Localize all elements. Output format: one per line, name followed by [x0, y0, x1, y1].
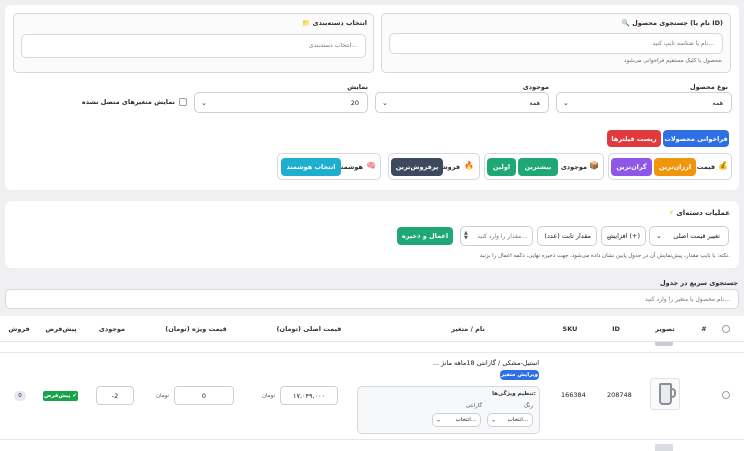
box-icon: 📦	[589, 161, 599, 170]
sort-group-stock-label: موجودی	[560, 163, 587, 171]
col-sku: SKU	[562, 325, 578, 333]
bulk-mode-select[interactable]: مقدار ثابت (عدد)	[537, 226, 597, 246]
product-type-label: نوع محصول	[689, 83, 728, 91]
sort-most-expensive-button[interactable]: گران‌ترین	[611, 158, 652, 176]
apply-and-save-button[interactable]: اعمال و ذخیره	[397, 227, 453, 245]
regular-price-unit: تومان	[262, 393, 276, 399]
stock-input[interactable]: -2	[96, 386, 134, 405]
hide-unconnected-checkbox[interactable]	[179, 98, 187, 106]
bulk-operation-select[interactable]: افزایش (+) ⌄	[601, 226, 646, 246]
col-sale-price: قیمت ویژه (تومان)	[165, 325, 227, 333]
sales-count-badge: 0	[14, 391, 26, 401]
chevron-down-icon: ⌄	[606, 232, 612, 240]
bulk-value-input[interactable]: مقدار را وارد کنید... ▲ ▼	[460, 226, 533, 246]
category-label: 📁 انتخاب دسته‌بندی	[302, 19, 367, 27]
sort-best-selling-button[interactable]: پرفروش‌ترین	[391, 158, 443, 176]
sort-cheapest-button[interactable]: ارزان‌ترین	[654, 158, 696, 176]
chevron-down-icon: ⌄	[382, 98, 388, 107]
col-stock: موجودی	[98, 325, 126, 333]
row-select-checkbox[interactable]	[722, 391, 730, 399]
stepper-icon[interactable]: ▲ ▼	[464, 231, 468, 241]
col-price: قیمت اصلی (تومان)	[276, 325, 342, 333]
col-image: تصویر	[655, 325, 675, 333]
row-divider	[0, 439, 744, 440]
product-search-label: 🔍 جستجوی محصول (نام یا ID)	[621, 19, 723, 27]
sale-price-unit: تومان	[156, 393, 170, 399]
search-icon: 🔍	[621, 19, 630, 27]
folder-icon: 📁	[302, 19, 311, 27]
default-badge[interactable]: پیش‌فرض ✔	[43, 391, 78, 401]
sort-most-stock-button[interactable]: بیشترین	[518, 158, 558, 176]
product-thumbnail	[650, 378, 680, 410]
display-count-select[interactable]: 20 ⌄	[194, 92, 368, 113]
col-sales: فروش	[8, 325, 30, 333]
sale-price-input[interactable]: 0	[174, 386, 234, 405]
lightning-icon: ⚡	[668, 209, 674, 217]
attribute-warranty-label: گارانتی	[465, 403, 482, 409]
fire-icon: 🔥	[464, 161, 474, 170]
product-sku: 166384	[561, 391, 586, 399]
bulk-operations-title: ⚡ عملیات دسته‌ای	[668, 209, 730, 217]
stock-filter-select[interactable]: همه ⌄	[375, 92, 549, 113]
attributes-title: تنظیم ویژگی‌ها:	[492, 391, 536, 397]
bulk-field-select[interactable]: تغییر قیمت اصلی ⌄	[649, 226, 729, 246]
chevron-down-icon: ⌄	[436, 416, 442, 424]
col-id: ID	[612, 325, 620, 333]
reset-filters-button[interactable]: ریست فیلترها	[607, 130, 661, 147]
attribute-color-select[interactable]: انتخاب... ⌄	[487, 413, 533, 427]
edit-variation-badge[interactable]: ویرایش متغیر	[500, 370, 539, 380]
category-select[interactable]: انتخاب دسته‌بندی...	[21, 34, 366, 58]
product-thumbnail	[655, 342, 673, 346]
select-all-checkbox[interactable]	[722, 325, 730, 333]
col-default: پیش‌فرض	[45, 325, 77, 333]
product-type-select[interactable]: همه ⌄	[556, 92, 732, 113]
variation-name: ... استیل-مشکی / گارانتی 18ماهه مانژ	[432, 359, 539, 367]
money-bag-icon: 💰	[718, 161, 728, 170]
smart-select-button[interactable]: انتخاب هوشمند	[281, 158, 341, 176]
col-index: #	[701, 325, 707, 333]
sort-group-smart-label: هوشمند	[337, 163, 363, 171]
load-products-button[interactable]: فراخوانی محصولات	[663, 130, 729, 147]
product-search-hint: محصول با کلیک مستقیم فراخوانی می‌شود.	[624, 58, 723, 64]
display-count-label: نمایش	[347, 83, 368, 91]
bulk-note: نکته: با تایپ مقدار، پیش‌نمایش آن در جدو…	[479, 253, 730, 259]
stock-filter-label: موجودی	[522, 83, 549, 91]
product-id: 208748	[607, 391, 632, 399]
brain-icon: 🧠	[366, 161, 376, 170]
quick-search-input[interactable]: نام محصول یا متغیر را وارد کنید...	[5, 289, 739, 309]
sort-first-stock-button[interactable]: اولین	[487, 158, 516, 176]
quick-search-label: جستجوی سریع در جدول	[660, 279, 738, 287]
table-row: 208748 166384 ... استیل-مشکی / گارانتی 1…	[0, 353, 744, 439]
hide-unconnected-label: نمایش متغیرهای متصل نشده	[81, 98, 175, 106]
col-name: نام / متغیر	[451, 325, 485, 333]
chevron-down-icon: ⌄	[656, 232, 662, 240]
product-search-input[interactable]: نام یا شناسه تایپ کنید...	[389, 33, 723, 54]
chevron-down-icon: ⌄	[201, 98, 207, 107]
chevron-down-icon: ⌄	[563, 98, 569, 107]
sort-group-price-label: قیمت	[696, 163, 715, 171]
attribute-warranty-select[interactable]: انتخاب... ⌄	[432, 413, 481, 427]
attribute-color-label: رنگ	[523, 403, 533, 409]
regular-price-input[interactable]: ۱۷,۰۴۹,۰۰۰	[280, 386, 338, 405]
product-thumbnail	[655, 444, 673, 451]
chevron-down-icon: ⌄	[491, 416, 497, 424]
